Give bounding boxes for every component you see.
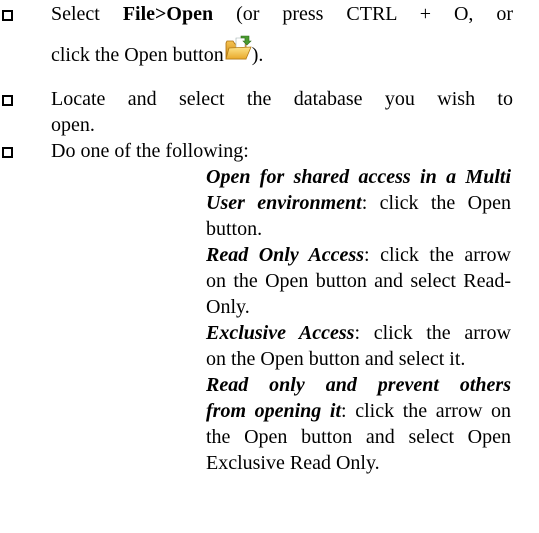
option-description: on the Open button and select Read- <box>206 270 511 292</box>
option-description: : click the arrow <box>354 322 511 344</box>
option-description: on the Open button and select it. <box>206 348 466 370</box>
option-title: Read only and prevent others <box>206 374 511 396</box>
step-3-text: Do one of the following: <box>51 138 511 164</box>
option-description: : click the Open <box>361 192 511 214</box>
step-1-line-1: Select File>Open (or press CTRL + O, or <box>51 1 513 27</box>
step-1-suffix: (or press CTRL + O, or <box>213 3 513 25</box>
option-title: Open for shared access in a Multi <box>206 166 511 188</box>
step-1-line-2-end: ). <box>251 44 264 66</box>
option-description: the Open button and select Open <box>206 426 511 448</box>
square-bullet-icon <box>2 147 13 158</box>
step-1-line-2: click the Open button). <box>51 35 513 68</box>
option-description: button. <box>206 218 263 240</box>
step-2-line-1: Locate and select the database you wish … <box>51 88 513 110</box>
option-description: Only. <box>206 296 250 318</box>
option-title: User environment <box>206 192 362 214</box>
option-description: : click the arrow on <box>341 400 511 422</box>
option-title: Exclusive Access <box>206 322 355 344</box>
step-2-line-2: open. <box>51 114 95 136</box>
option-shared-access: Open for shared access in a Multi User e… <box>206 164 511 242</box>
option-read-only: Read Only Access: click the arrow on the… <box>206 242 511 320</box>
option-description: Exclusive Read Only. <box>206 452 380 474</box>
square-bullet-icon <box>2 10 13 21</box>
step-1-line-2-text: click the Open button <box>51 44 224 66</box>
step-3-line: Do one of the following: <box>51 140 249 162</box>
option-title: from opening it <box>206 400 342 422</box>
option-read-only-exclusive: Read only and prevent others from openin… <box>206 372 511 476</box>
document-page: Select File>Open (or press CTRL + O, or … <box>0 0 539 533</box>
step-1-prefix: Select <box>51 3 123 25</box>
option-exclusive-access: Exclusive Access: click the arrow on the… <box>206 320 511 372</box>
step-2-text: Locate and select the database you wish … <box>51 86 513 138</box>
option-title: Read Only Access <box>206 244 365 266</box>
menu-path: File>Open <box>122 3 214 25</box>
option-description: : click the arrow <box>364 244 512 266</box>
open-folder-icon <box>225 35 252 60</box>
square-bullet-icon <box>2 95 13 106</box>
step-1-text: Select File>Open (or press CTRL + O, or … <box>51 1 513 68</box>
